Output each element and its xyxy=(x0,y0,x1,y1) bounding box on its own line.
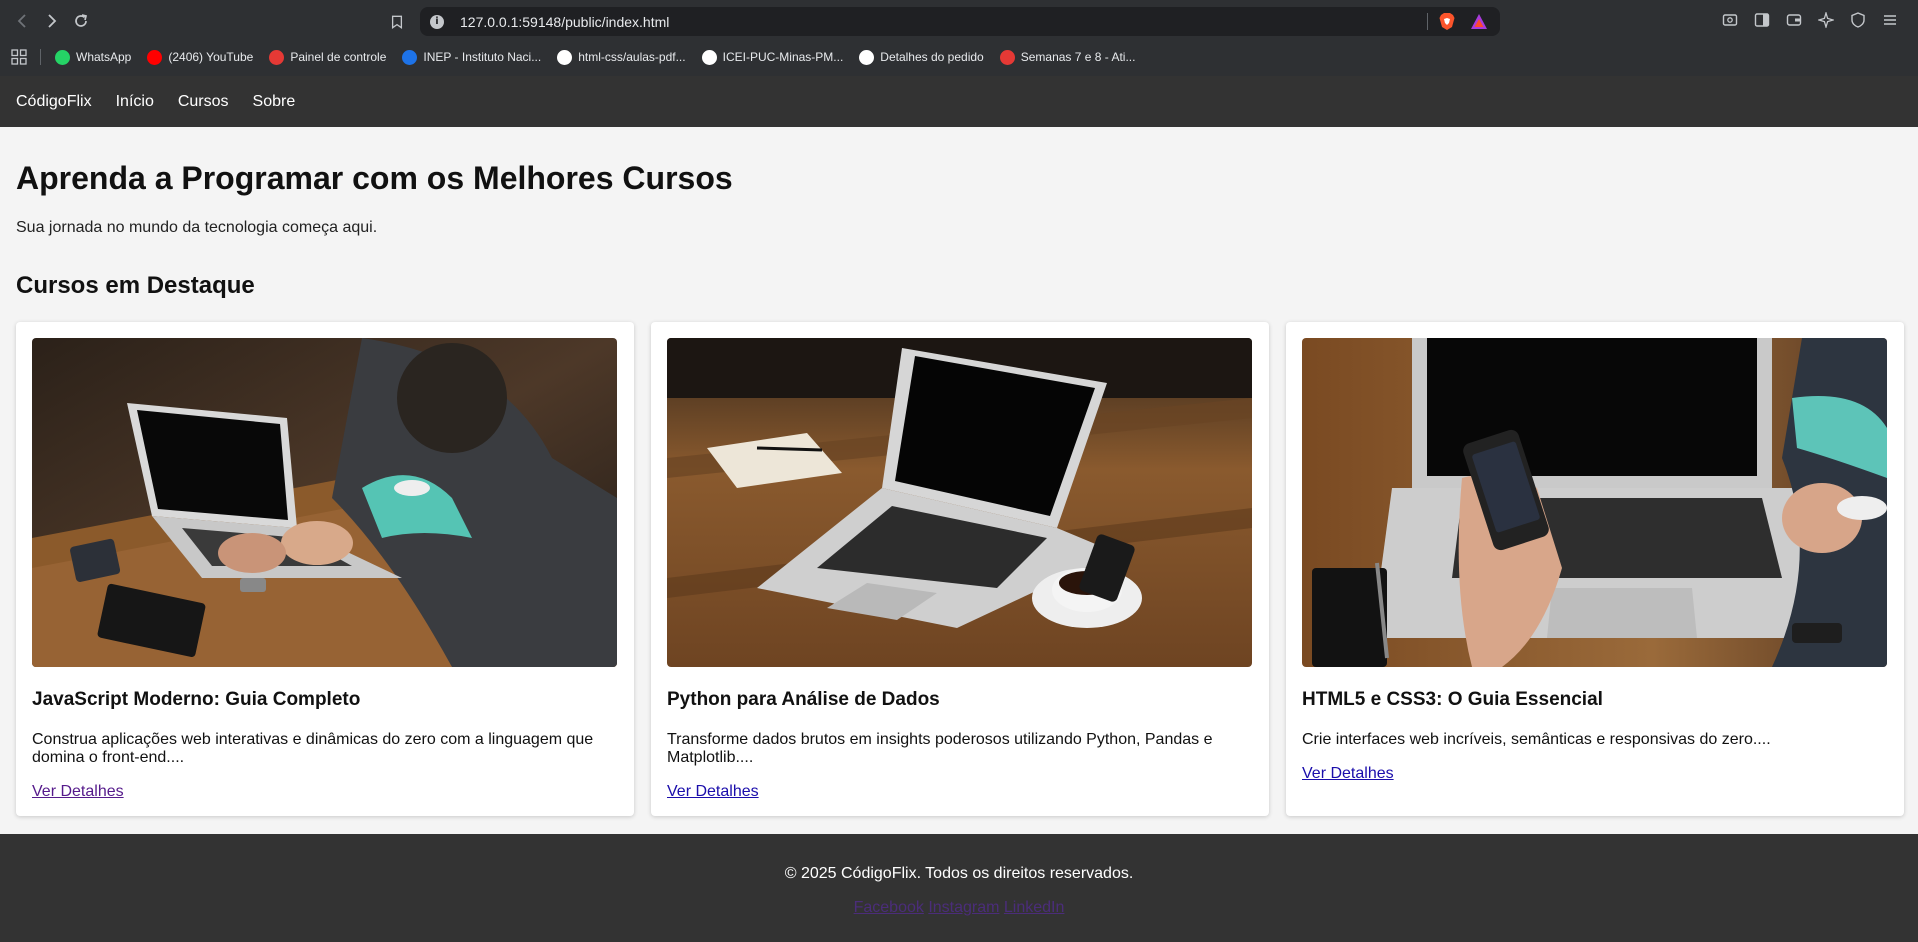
back-icon[interactable] xyxy=(12,10,34,32)
course-details-link[interactable]: Ver Detalhes xyxy=(667,783,759,801)
course-title: HTML5 e CSS3: O Guia Essencial xyxy=(1302,689,1603,710)
bookmark-label: Detalhes do pedido xyxy=(880,50,984,64)
bookmark-item[interactable]: Painel de controle xyxy=(269,49,387,65)
omnibox-divider xyxy=(1427,13,1428,30)
course-card: JavaScript Moderno: Guia Completo Constr… xyxy=(16,322,634,816)
canvas-icon xyxy=(999,49,1015,65)
bookmark-item[interactable]: Semanas 7 e 8 - Ati... xyxy=(999,49,1136,65)
course-image xyxy=(1302,338,1887,667)
vpn-shield-icon[interactable] xyxy=(1848,10,1868,30)
course-card: HTML5 e CSS3: O Guia Essencial Crie inte… xyxy=(1286,322,1904,816)
course-details-link[interactable]: Ver Detalhes xyxy=(1302,765,1394,783)
bookmark-item[interactable]: INEP - Instituto Naci... xyxy=(402,49,542,65)
course-image xyxy=(667,338,1252,667)
forward-icon[interactable] xyxy=(40,10,62,32)
bookmark-item[interactable]: WhatsApp xyxy=(55,49,132,65)
site-footer: © 2025 CódigoFlix. Todos os direitos res… xyxy=(0,834,1918,942)
address-bar[interactable]: i 127.0.0.1:59148/public/index.html xyxy=(420,7,1500,36)
course-description: Crie interfaces web incríveis, semântica… xyxy=(1302,731,1771,748)
footer-copyright: © 2025 CódigoFlix. Todos os direitos res… xyxy=(784,865,1134,882)
course-description: Construa aplicações web interativas e di… xyxy=(32,731,594,766)
bookmark-item[interactable]: html-css/aulas-pdf... xyxy=(557,49,686,65)
nav-link-inicio[interactable]: Início xyxy=(116,93,154,111)
browser-chrome: i 127.0.0.1:59148/public/index.html What… xyxy=(0,0,1918,76)
bookmark-label: Painel de controle xyxy=(290,50,387,64)
course-details-link[interactable]: Ver Detalhes xyxy=(32,783,124,801)
site-header: CódigoFlix Início Cursos Sobre xyxy=(0,76,1918,127)
wallet-icon[interactable] xyxy=(1784,10,1804,30)
social-link-instagram[interactable]: Instagram xyxy=(928,899,999,916)
brave-shields-icon[interactable] xyxy=(1438,12,1456,31)
menu-icon[interactable] xyxy=(1880,10,1900,30)
toolbar-actions xyxy=(1720,10,1900,30)
whatsapp-icon xyxy=(55,49,70,65)
apps-grid-icon[interactable] xyxy=(10,48,28,66)
course-title: Python para Análise de Dados xyxy=(667,689,940,710)
course-cards: JavaScript Moderno: Guia Completo Constr… xyxy=(16,322,1904,816)
bookmark-label: (2406) YouTube xyxy=(168,50,254,64)
brave-rewards-icon[interactable] xyxy=(1470,13,1488,30)
amazon-icon xyxy=(859,49,875,65)
sidebar-icon[interactable] xyxy=(1752,10,1772,30)
bookmark-page-icon[interactable] xyxy=(386,11,408,33)
browser-toolbar: i 127.0.0.1:59148/public/index.html xyxy=(0,0,1918,42)
dashboard-icon xyxy=(269,49,285,65)
hero-title: Aprenda a Programar com os Melhores Curs… xyxy=(16,160,733,196)
course-image xyxy=(32,338,617,667)
course-title: JavaScript Moderno: Guia Completo xyxy=(32,689,361,710)
bookmark-item[interactable]: (2406) YouTube xyxy=(147,49,254,65)
bookmark-label: Semanas 7 e 8 - Ati... xyxy=(1020,50,1136,64)
github-icon xyxy=(557,49,573,65)
bookmark-label: ICEI-PUC-Minas-PM... xyxy=(722,50,844,64)
reload-icon[interactable] xyxy=(70,10,92,32)
address-url[interactable]: 127.0.0.1:59148/public/index.html xyxy=(460,14,669,30)
leo-ai-icon[interactable] xyxy=(1816,10,1836,30)
hero-subtitle: Sua jornada no mundo da tecnologia começ… xyxy=(16,219,378,236)
course-card: Python para Análise de Dados Transforme … xyxy=(651,322,1269,816)
bookmark-item[interactable]: ICEI-PUC-Minas-PM... xyxy=(701,49,844,65)
social-link-linkedin[interactable]: LinkedIn xyxy=(1004,899,1065,916)
inep-icon xyxy=(402,49,418,65)
hero-section: Aprenda a Programar com os Melhores Curs… xyxy=(16,160,733,237)
bookmark-label: html-css/aulas-pdf... xyxy=(578,50,686,64)
course-description: Transforme dados brutos em insights pode… xyxy=(667,731,1213,766)
nav-link-cursos[interactable]: Cursos xyxy=(178,93,229,111)
search-tabs-icon[interactable] xyxy=(1720,10,1740,30)
featured-courses-title: Cursos em Destaque xyxy=(16,272,255,299)
site-info-icon[interactable]: i xyxy=(430,14,444,29)
bookmark-label: INEP - Instituto Naci... xyxy=(423,50,542,64)
brand-logo[interactable]: CódigoFlix xyxy=(16,93,92,111)
bookmark-label: WhatsApp xyxy=(76,50,132,64)
bookmarks-bar: WhatsApp (2406) YouTube Painel de controle… xyxy=(0,44,1918,70)
bookmarks-divider xyxy=(40,49,41,65)
social-link-facebook[interactable]: Facebook xyxy=(854,899,924,916)
bookmark-list: WhatsApp (2406) YouTube Painel de controle… xyxy=(55,49,1151,65)
youtube-icon xyxy=(147,49,163,65)
github-icon xyxy=(701,49,717,65)
nav-link-sobre[interactable]: Sobre xyxy=(253,93,296,111)
bookmark-item[interactable]: Detalhes do pedido xyxy=(859,49,984,65)
footer-social-links: Facebook Instagram LinkedIn xyxy=(0,899,1918,917)
